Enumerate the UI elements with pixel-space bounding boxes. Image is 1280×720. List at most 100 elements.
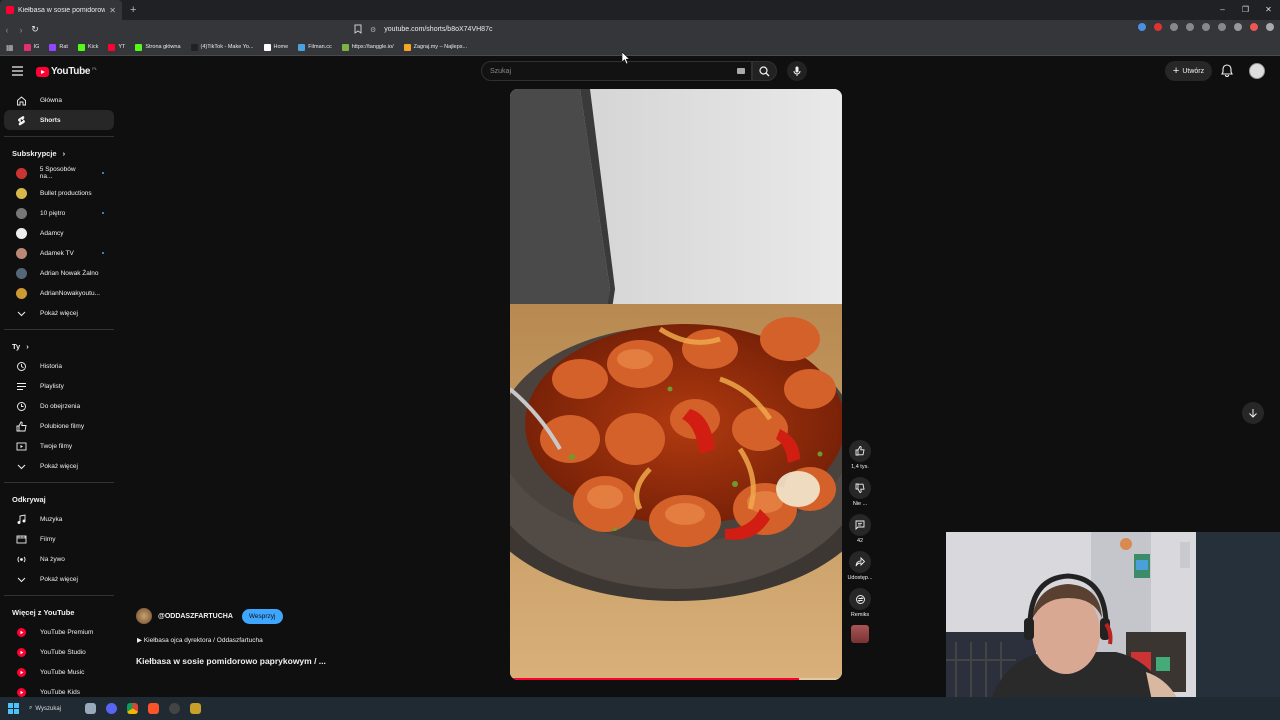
site-settings-icon[interactable]: ⚙: [370, 26, 376, 34]
sidebar-item-home[interactable]: Główna: [4, 90, 114, 110]
bookmark-item[interactable]: Kick: [77, 43, 98, 51]
sidebar-item-more[interactable]: YouTube Studio: [4, 642, 114, 662]
url-field[interactable]: ⚙ youtube.com/shorts/b8oX74VH87c: [370, 22, 910, 37]
sidebar-item-you-3[interactable]: Polubione filmy: [4, 416, 114, 436]
bookmark-item[interactable]: YT: [108, 43, 125, 51]
support-button[interactable]: Wesprzyj: [241, 608, 283, 624]
video-progress-bar[interactable]: [510, 678, 842, 680]
forward-icon[interactable]: ›: [14, 25, 28, 35]
reload-icon[interactable]: ↻: [28, 24, 42, 35]
sidebar-item-label: 5 Sposobów na...: [39, 166, 76, 180]
sidebar-item-you-0[interactable]: Historia: [4, 356, 114, 376]
comments-button[interactable]: [849, 514, 871, 536]
share-button[interactable]: [848, 551, 871, 573]
close-icon[interactable]: ✕: [109, 6, 116, 15]
sidebar-item-subscription[interactable]: Adamek TV: [4, 243, 114, 263]
tab-title: Kiełbasa w sosie pomidorowo: [18, 6, 106, 14]
taskbar-search[interactable]: ⌕ Wyszukaj: [29, 705, 75, 712]
keyboard-icon[interactable]: [737, 68, 745, 74]
sidebar-item-subscription[interactable]: Bullet productions: [4, 183, 114, 203]
sidebar-item-explore-2[interactable]: Na żywo: [4, 549, 114, 569]
browser-tab[interactable]: Kiełbasa w sosie pomidorowo ✕: [0, 0, 122, 20]
remix-action[interactable]: Remiks: [849, 588, 871, 618]
voice-search-button[interactable]: [787, 61, 807, 81]
sidebar-item-show-more[interactable]: Pokaż więcej: [4, 303, 114, 323]
sidebar-item-explore-3[interactable]: Pokaż więcej: [4, 569, 114, 589]
sidebar-item-you-4[interactable]: Twoje filmy: [4, 436, 114, 456]
bookmark-label: https://tanggle.io/: [351, 44, 394, 50]
bookmark-item[interactable]: Rat: [49, 43, 68, 51]
short-title[interactable]: Kiełbasa w sosie pomidorowo paprykowym /…: [136, 656, 326, 666]
bookmark-item[interactable]: Filman.cc: [298, 43, 332, 51]
minimize-icon[interactable]: –: [1211, 0, 1234, 20]
notifications-bell-icon[interactable]: [1221, 64, 1233, 77]
dislike-button[interactable]: [849, 477, 871, 499]
extension-icon[interactable]: [1154, 23, 1162, 31]
extension-icon[interactable]: [1186, 23, 1194, 31]
sidebar-item-subscription[interactable]: 10 piętro: [4, 203, 114, 223]
remix-button[interactable]: [849, 588, 871, 610]
account-avatar[interactable]: [1249, 63, 1265, 79]
bookmark-item[interactable]: IG: [23, 43, 39, 51]
sidebar-item-you-2[interactable]: Do obejrzenia: [4, 396, 114, 416]
sidebar-item-shorts[interactable]: Shorts: [4, 110, 114, 130]
restore-icon[interactable]: ❐: [1234, 0, 1257, 20]
sidebar-item-you-1[interactable]: Playlisty: [4, 376, 114, 396]
channel-avatar[interactable]: [136, 608, 152, 624]
apps-grid-icon[interactable]: ▦: [6, 43, 14, 52]
search-input[interactable]: Szukaj: [481, 61, 752, 81]
sidebar-item-subscription[interactable]: Adamcy: [4, 223, 114, 243]
extension-icon[interactable]: [1170, 23, 1178, 31]
hamburger-menu-icon[interactable]: [12, 66, 23, 76]
video-icon: [16, 441, 27, 452]
like-action[interactable]: 1,4 tys.: [849, 440, 871, 470]
bookmark-item[interactable]: (4)TikTok - Make Yo...: [190, 43, 254, 51]
comments-action[interactable]: 42: [849, 514, 871, 544]
channel-name[interactable]: @ODDASZFARTUCHA: [158, 613, 233, 620]
game-launcher-icon[interactable]: [190, 703, 201, 714]
playlist-link[interactable]: ▶ Kiełbasa ojca dyrektora / Oddaszfartuc…: [137, 636, 263, 644]
short-video-player[interactable]: [510, 89, 842, 680]
obs-icon[interactable]: [169, 703, 180, 714]
extension-icon[interactable]: [1218, 23, 1226, 31]
next-short-button[interactable]: [1242, 402, 1264, 424]
close-window-icon[interactable]: ✕: [1257, 0, 1280, 20]
youtube-logo[interactable]: YouTube PL: [36, 66, 97, 77]
you-heading[interactable]: Ty ›: [0, 336, 118, 356]
bookmark-item[interactable]: https://tanggle.io/: [341, 43, 394, 51]
music-icon: [16, 513, 27, 525]
extension-icon[interactable]: [1202, 23, 1210, 31]
bookmark-icon[interactable]: [354, 24, 362, 34]
sidebar-item-more[interactable]: YouTube Music: [4, 662, 114, 682]
sidebar-item-explore-0[interactable]: Muzyka: [4, 509, 114, 529]
music-icon[interactable]: [1234, 23, 1242, 31]
bookmark-item[interactable]: Zagraj.my – Najleps...: [403, 43, 467, 51]
sidebar-item-subscription[interactable]: 5 Sposobów na...: [4, 163, 114, 183]
sidebar-item-subscription[interactable]: Adrian Nowak Żalno: [4, 263, 114, 283]
search-button[interactable]: [752, 61, 777, 81]
bookmark-item[interactable]: Strona główna: [135, 43, 181, 51]
new-tab-icon[interactable]: +: [130, 4, 136, 16]
subscriptions-heading[interactable]: Subskrypcje ›: [0, 143, 118, 163]
brave-icon[interactable]: [148, 703, 159, 714]
dislike-action[interactable]: Nie ...: [849, 477, 871, 507]
sidebar-item-subscription[interactable]: AdrianNowakyoutu...: [4, 283, 114, 303]
sidebar-item-more[interactable]: YouTube Premium: [4, 622, 114, 642]
share-action[interactable]: Udostęp...: [847, 551, 873, 581]
task-view-icon[interactable]: [85, 703, 96, 714]
sound-thumbnail[interactable]: [851, 625, 869, 643]
menu-icon[interactable]: [1266, 23, 1274, 31]
sidebar-item-explore-1[interactable]: Filmy: [4, 529, 114, 549]
windows-start-icon[interactable]: [8, 703, 19, 714]
back-icon[interactable]: ‹: [0, 25, 14, 35]
create-button[interactable]: + Utwórz: [1165, 61, 1212, 81]
bookmark-item[interactable]: Home: [263, 43, 288, 51]
chrome-icon[interactable]: [127, 703, 138, 714]
like-button[interactable]: [849, 440, 871, 462]
extension-icon[interactable]: [1138, 23, 1146, 31]
sidebar-item-you-5[interactable]: Pokaż więcej: [4, 456, 114, 476]
section-title: Odkrywaj: [12, 494, 46, 504]
discord-icon[interactable]: [106, 703, 117, 714]
brave-shield-icon[interactable]: [1250, 23, 1258, 31]
explore-heading: Odkrywaj: [0, 489, 118, 509]
